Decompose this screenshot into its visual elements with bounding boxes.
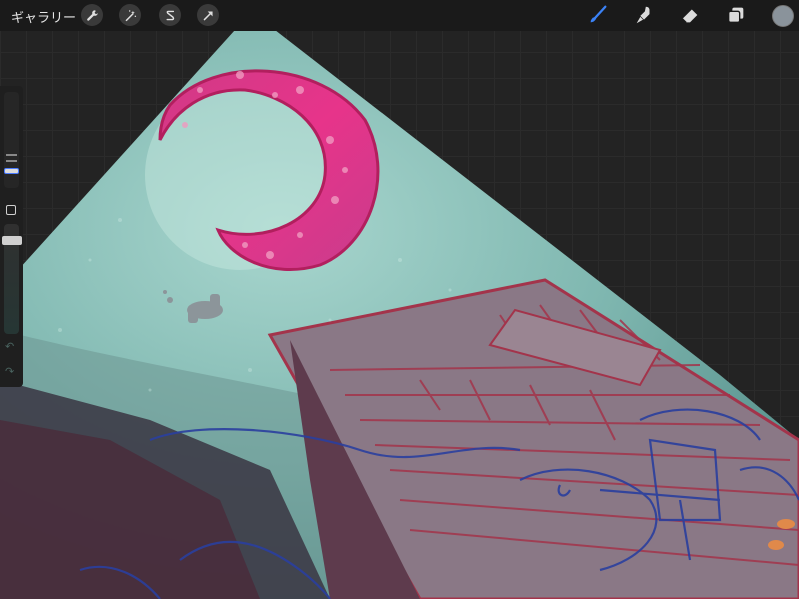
selection-s-icon: [166, 10, 174, 20]
smudge-finger-icon: [636, 6, 650, 24]
brush-tool-button[interactable]: [586, 4, 610, 26]
size-line-2: [6, 160, 17, 162]
adjustments-button[interactable]: [119, 4, 141, 26]
smudge-tool-button[interactable]: [632, 4, 656, 26]
left-sidebar: ↶ ↷: [0, 86, 23, 387]
arrow-cursor-icon: [203, 10, 213, 20]
color-picker-swatch[interactable]: [772, 5, 794, 27]
eraser-icon: [682, 9, 698, 23]
gallery-button[interactable]: ギャラリー: [11, 7, 76, 26]
layers-button[interactable]: [724, 4, 748, 26]
brush-opacity-knob[interactable]: [2, 236, 22, 245]
modify-button[interactable]: [6, 205, 16, 215]
procreate-app: ギャラリー ↶ ↷: [0, 0, 799, 599]
actions-button[interactable]: [81, 4, 103, 26]
undo-button[interactable]: ↶: [5, 340, 14, 353]
top-toolbar: ギャラリー: [0, 0, 799, 31]
brush-size-knob[interactable]: [4, 168, 19, 174]
redo-button[interactable]: ↷: [5, 365, 14, 378]
canvas-artwork[interactable]: [0, 0, 799, 599]
layers-icon: [727, 7, 744, 24]
eraser-tool-button[interactable]: [678, 4, 702, 26]
brush-icon: [590, 5, 607, 23]
size-line-1: [6, 154, 17, 156]
wrench-icon: [86, 9, 98, 21]
magic-wand-icon: [125, 9, 136, 21]
selection-button[interactable]: [159, 4, 181, 26]
transform-button[interactable]: [197, 4, 219, 26]
